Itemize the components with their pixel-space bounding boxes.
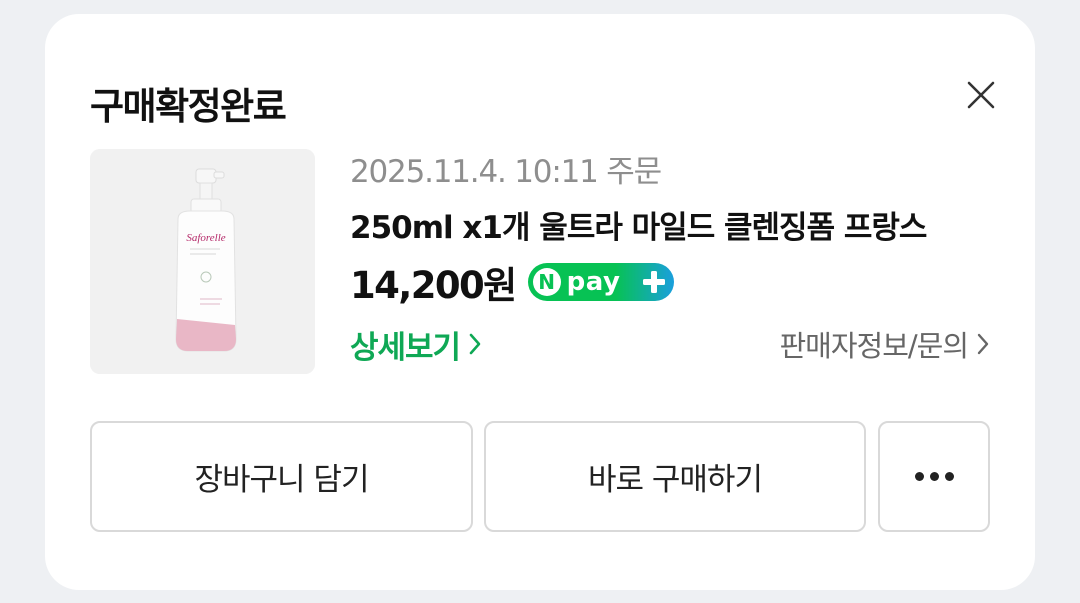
buy-now-button[interactable]: 바로 구매하기 (484, 421, 866, 532)
product-price: 14,200원 (350, 264, 517, 307)
detail-link-label: 상세보기 (350, 329, 461, 366)
detail-link[interactable]: 상세보기 (350, 322, 482, 367)
product-name[interactable]: 250ml x1개 울트라 마일드 클렌징폼 프랑스 (350, 208, 990, 248)
order-date: 2025.11.4. 10:11 주문 (350, 154, 662, 190)
more-button[interactable] (878, 421, 990, 532)
page-title: 구매확정완료 (90, 85, 287, 128)
seller-info-link[interactable]: 판매자정보/문의 (779, 323, 990, 365)
npay-label: pay (566, 267, 621, 297)
link-row: 상세보기 판매자정보/문의 (350, 322, 990, 366)
seller-info-label: 판매자정보/문의 (779, 329, 969, 363)
price-row: 14,200원 N pay (350, 258, 990, 307)
npay-n-icon: N (532, 268, 561, 296)
product-brand-label: Saforelle (186, 232, 225, 244)
product-image[interactable]: Saforelle (90, 149, 315, 374)
add-to-cart-button[interactable]: 장바구니 담기 (90, 421, 473, 532)
plus-icon (640, 268, 668, 296)
product-bottle-image: Saforelle (90, 149, 315, 374)
chevron-right-icon (468, 332, 482, 356)
npay-plus-badge: N pay (527, 263, 674, 301)
close-button[interactable] (958, 72, 1004, 118)
chevron-right-icon (976, 332, 990, 356)
close-icon (967, 81, 995, 109)
more-icon (914, 472, 954, 481)
order-info: 2025.11.4. 10:11 주문 250ml x1개 울트라 마일드 클렌… (350, 152, 990, 366)
order-confirm-card: 구매확정완료 Saforelle 2025.11.4. 10:11 주문 250… (45, 14, 1035, 590)
